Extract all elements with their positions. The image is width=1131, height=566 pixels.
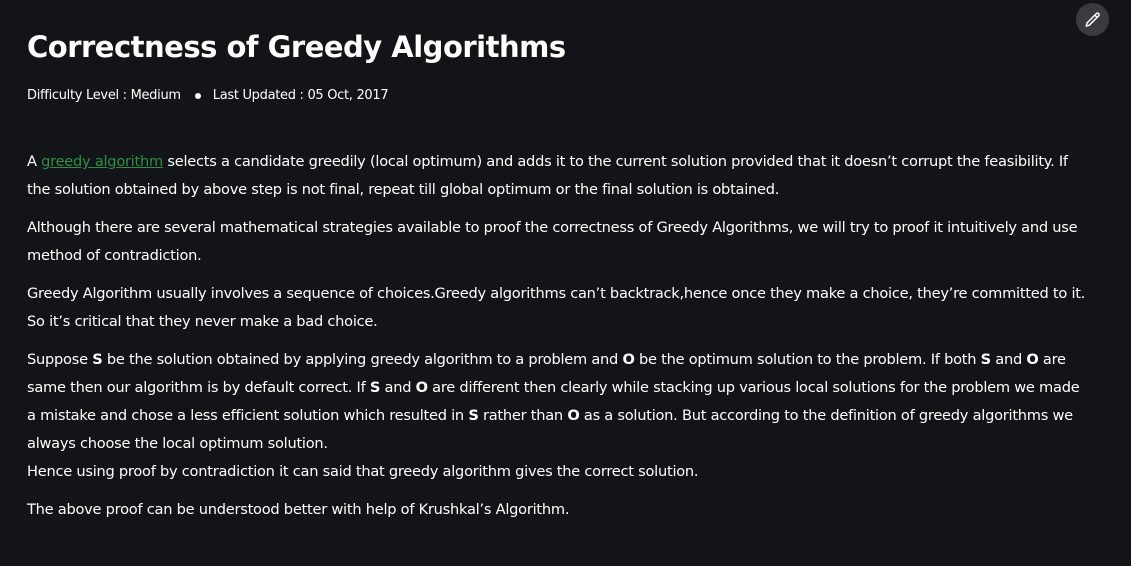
pencil-icon bbox=[1085, 11, 1100, 27]
paragraph-proof: Suppose S be the solution obtained by ap… bbox=[27, 346, 1087, 486]
text-span: Hence using proof by contradiction it ca… bbox=[27, 463, 699, 480]
paragraph-krushkal: The above proof can be understood better… bbox=[27, 501, 570, 518]
paragraph-choices: Greedy Algorithm usually involves a sequ… bbox=[27, 285, 1086, 330]
symbol-s: S bbox=[369, 379, 381, 396]
last-updated: Last Updated : 05 Oct, 2017 bbox=[212, 88, 389, 103]
separator-dot bbox=[194, 93, 201, 99]
greedy-algorithm-link[interactable]: greedy algorithm bbox=[41, 153, 163, 170]
text-span: Suppose bbox=[27, 351, 93, 368]
paragraph-intro: A greedy algorithm selects a candidate g… bbox=[27, 148, 1087, 204]
text-span: rather than bbox=[478, 407, 568, 424]
text-span: selects a candidate greedily (local opti… bbox=[27, 153, 1068, 198]
text-span: be the solution obtained by applying gre… bbox=[102, 351, 623, 368]
symbol-s: S bbox=[468, 407, 479, 424]
difficulty-level: Difficulty Level : Medium bbox=[27, 88, 181, 103]
symbol-o: O bbox=[415, 379, 428, 396]
text-span: be the optimum solution to the problem. … bbox=[634, 351, 981, 368]
article-meta: Difficulty Level : Medium Last Updated :… bbox=[27, 86, 389, 106]
symbol-o: O bbox=[1026, 351, 1039, 368]
text-span: and bbox=[990, 351, 1027, 368]
text-span: and bbox=[380, 379, 416, 396]
symbol-o: O bbox=[622, 351, 635, 368]
symbol-s: S bbox=[980, 351, 992, 368]
page-title: Correctness of Greedy Algorithms bbox=[27, 30, 566, 64]
symbol-s: S bbox=[92, 351, 103, 368]
article-content: A greedy algorithm selects a candidate g… bbox=[27, 148, 1087, 534]
edit-button[interactable] bbox=[1076, 3, 1109, 36]
symbol-o: O bbox=[567, 407, 580, 424]
paragraph-strategies: Although there are several mathematical … bbox=[27, 219, 1078, 264]
text-span: A bbox=[27, 153, 42, 170]
